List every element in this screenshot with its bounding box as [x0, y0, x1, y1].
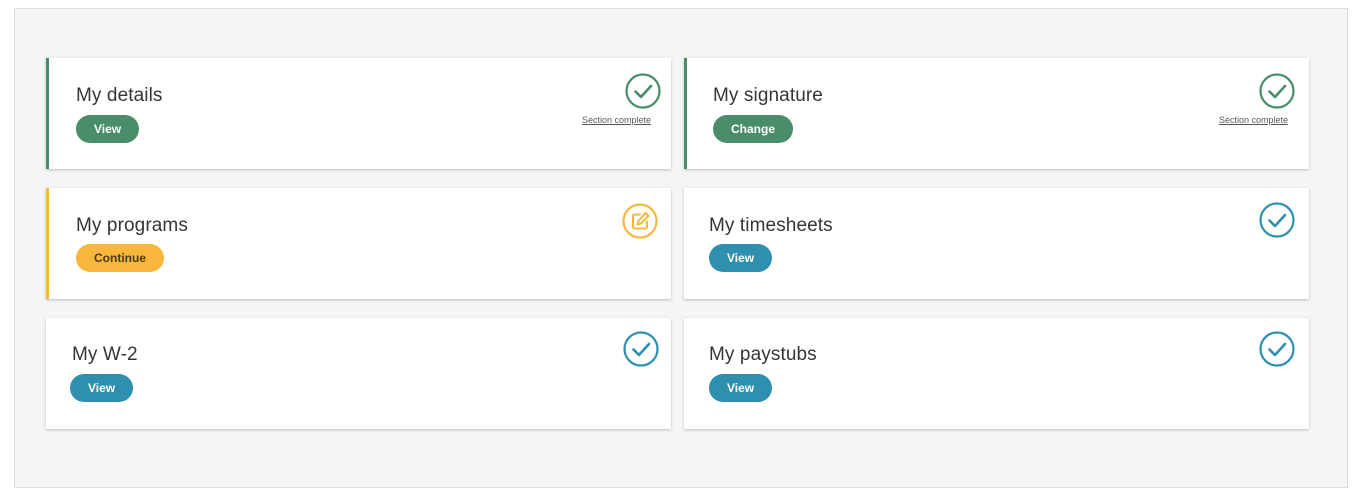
card-title: My programs	[76, 215, 188, 236]
check-circle-icon	[625, 73, 661, 109]
card-title: My timesheets	[709, 215, 833, 236]
card-my-details: My details View Section complete	[46, 58, 671, 169]
card-title: My W-2	[72, 344, 138, 365]
continue-programs-button[interactable]: Continue	[76, 244, 164, 272]
card-my-timesheets: My timesheets View	[684, 188, 1309, 299]
view-timesheets-button[interactable]: View	[709, 244, 773, 272]
section-complete-link[interactable]: Section complete	[1219, 115, 1288, 125]
section-complete-link[interactable]: Section complete	[582, 115, 651, 125]
change-signature-button[interactable]: Change	[713, 115, 794, 143]
card-my-programs: My programs Continue	[46, 188, 671, 299]
card-my-w2: My W-2 View	[46, 318, 671, 429]
card-my-signature: My signature Change Section complete	[684, 58, 1309, 169]
card-my-paystubs: My paystubs View	[684, 318, 1309, 429]
card-title: My details	[76, 85, 163, 106]
view-w2-button[interactable]: View	[70, 374, 134, 402]
check-circle-icon	[1259, 331, 1295, 367]
card-title: My paystubs	[709, 344, 817, 365]
check-circle-icon	[1259, 73, 1295, 109]
check-circle-icon	[623, 331, 659, 367]
edit-circle-icon	[622, 203, 658, 239]
view-paystubs-button[interactable]: View	[709, 374, 773, 402]
check-circle-icon	[1259, 202, 1295, 238]
view-details-button[interactable]: View	[76, 115, 140, 143]
card-title: My signature	[713, 85, 823, 106]
